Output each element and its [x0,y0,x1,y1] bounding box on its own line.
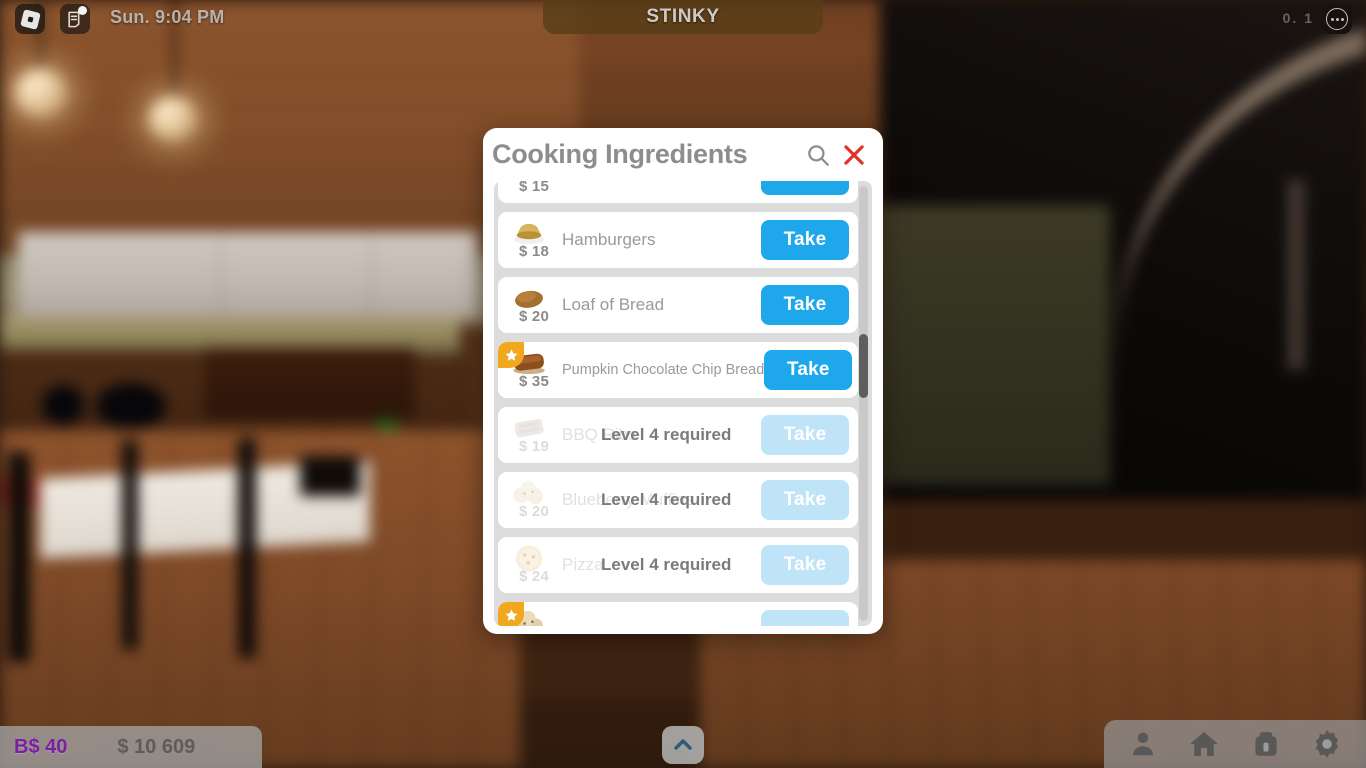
level-requirement-label: Level 4 required [601,425,732,444]
nav-settings[interactable] [1307,724,1347,764]
take-button: Take [761,545,849,585]
search-icon[interactable] [803,140,833,170]
take-button[interactable]: Take [761,285,849,325]
ingredient-price: $ 19 [519,438,549,455]
ingredient-price: $ 24 [519,568,549,585]
ingredient-list-scroll[interactable]: $ 15Beef StewTake$ 18HamburgersTake$ 20L… [494,181,872,626]
panel-header: Cooking Ingredients [483,128,883,181]
ingredient-name: Beef Stew [560,181,761,185]
take-button: Take [761,480,849,520]
page-title: Cooking Ingredients [492,139,748,169]
ingredient-price: $ 20 [519,503,549,520]
cooking-ingredients-panel: Cooking Ingredients $ 15Beef StewTake$ 1… [483,128,883,634]
ingredient-row-partial[interactable] [498,602,858,626]
expand-hotbar-button[interactable] [662,726,704,764]
ingredient-row[interactable]: $ 18 Hamburgers Take [498,212,858,268]
ingredient-row[interactable]: $ 20 Blueberry Muffins Take Level 4 require… [498,472,858,528]
roblox-logo-icon[interactable] [15,4,45,34]
chat-notes-icon[interactable] [60,4,90,34]
ingredient-row[interactable]: $ 35 Pumpkin Chocolate Chip Bread Take [498,342,858,398]
currency-bar: B$ 40 $ 10 609 [0,726,262,768]
gear-icon [1315,730,1339,758]
list-scrollbar[interactable] [859,186,868,621]
ingredient-name: Hamburgers [562,230,656,249]
ingredient-row[interactable]: $ 24 Pizza Take Level 4 required [498,537,858,593]
backpack-icon [1255,732,1277,756]
server-banner-label: STINKY [646,6,720,27]
server-banner: STINKY [543,0,823,34]
ingredient-row[interactable]: $ 20 Loaf of Bread Take [498,277,858,333]
ingredient-thumbnail: $ 20 [498,277,560,333]
ingredient-thumbnail [498,602,560,626]
nav-home[interactable] [1184,724,1224,764]
ingredient-name: Pumpkin Chocolate Chip Bread [562,362,765,378]
ingredient-row[interactable]: $ 19 BBQ Ribs Take Level 4 required [498,407,858,463]
featured-star-badge [498,602,524,626]
top-right-counter: 0. 1 [1282,10,1314,26]
ingredient-price: $ 18 [519,243,549,260]
star-glyph [505,609,517,621]
ingredient-price: $ 15 [519,181,549,195]
take-button[interactable]: Take [761,220,849,260]
cash-amount: $ 10 609 [117,735,196,758]
notification-dot [78,6,87,15]
ingredient-list[interactable]: $ 15Beef StewTake$ 18HamburgersTake$ 20L… [494,181,872,626]
ingredient-thumbnail: $ 20 [498,472,560,528]
level-requirement-label: Level 4 required [601,490,732,509]
ingredient-name: Loaf of Bread [562,295,665,314]
ingredient-thumbnail: $ 18 [498,212,560,268]
take-button[interactable]: Take [761,181,849,195]
nav-person[interactable] [1123,724,1163,764]
bottom-nav-bar [1104,720,1366,768]
clock-label: Sun. 9:04 PM [110,7,225,27]
ingredient-price: $ 20 [519,308,549,325]
star-glyph [505,349,517,361]
search-glyph [808,144,829,166]
game-screen: Sun. 9:04 PM STINKY 0. 1 Cooking Ingredi… [0,0,1366,768]
take-button: Take [761,415,849,455]
ingredient-price: $ 35 [519,373,549,390]
ingredient-thumbnail: $ 19 [498,407,560,463]
take-button[interactable]: Take [764,350,853,390]
take-button [761,610,849,626]
close-icon[interactable] [839,140,869,170]
ingredient-thumbnail: $ 15 [498,181,560,203]
top-status-bar: Sun. 9:04 PM STINKY 0. 1 [0,0,1366,38]
list-scrollbar-thumb[interactable] [859,334,868,398]
ingredient-thumbnail: $ 35 [498,342,560,398]
ingredient-row[interactable]: $ 15 Beef StewTake [498,181,858,203]
level-requirement-label: Level 4 required [601,555,732,574]
close-glyph [844,144,864,165]
ellipsis-menu-icon[interactable] [1322,4,1352,34]
nav-backpack[interactable] [1246,724,1286,764]
person-icon [1132,732,1153,756]
ingredient-thumbnail: $ 24 [498,537,560,593]
bux-amount: B$ 40 [14,735,68,758]
home-icon [1190,732,1219,756]
chevron-up-icon [674,739,692,750]
